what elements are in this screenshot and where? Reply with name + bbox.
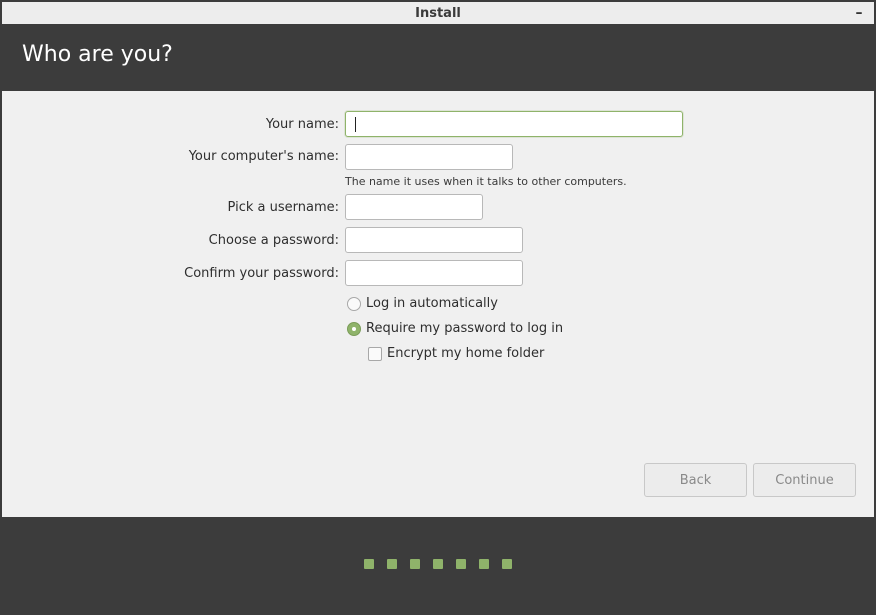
require-password-option[interactable]: Require my password to log in <box>347 321 563 336</box>
progress-step-dot <box>456 559 466 569</box>
username-field[interactable] <box>345 194 483 220</box>
form-panel: Your name: Your computer's name: The nam… <box>2 91 874 517</box>
your-name-field[interactable] <box>345 111 683 137</box>
progress-step-dot <box>433 559 443 569</box>
page-header: Who are you? <box>2 24 874 91</box>
continue-button[interactable]: Continue <box>753 463 856 497</box>
progress-step-dot <box>479 559 489 569</box>
progress-step-dot <box>410 559 420 569</box>
computer-name-hint: The name it uses when it talks to other … <box>345 175 627 188</box>
encrypt-home-label: Encrypt my home folder <box>387 346 545 361</box>
login-automatically-radio[interactable] <box>347 296 361 311</box>
password-field[interactable] <box>345 227 523 253</box>
minimize-button[interactable]: – <box>850 2 868 24</box>
window-title: Install <box>415 5 461 21</box>
back-button[interactable]: Back <box>644 463 747 497</box>
login-automatically-label: Log in automatically <box>366 296 498 311</box>
progress-indicator <box>364 559 512 569</box>
password-label: Choose a password: <box>208 233 339 248</box>
progress-footer <box>2 517 874 613</box>
text-caret <box>355 117 356 132</box>
page-title: Who are you? <box>22 42 173 67</box>
require-password-label: Require my password to log in <box>366 321 564 336</box>
encrypt-home-checkbox[interactable] <box>368 346 382 361</box>
installer-window: Install – Who are you? Your name: Your c… <box>0 0 876 615</box>
title-bar: Install – <box>2 2 874 24</box>
login-automatically-option[interactable]: Log in automatically <box>347 296 498 311</box>
progress-step-dot <box>387 559 397 569</box>
computer-name-label: Your computer's name: <box>188 149 339 164</box>
progress-step-dot <box>364 559 374 569</box>
encrypt-home-option[interactable]: Encrypt my home folder <box>368 346 544 361</box>
computer-name-field[interactable] <box>345 144 513 170</box>
your-name-label: Your name: <box>265 117 339 132</box>
confirm-password-label: Confirm your password: <box>184 266 339 281</box>
require-password-radio[interactable] <box>347 321 361 336</box>
confirm-password-field[interactable] <box>345 260 523 286</box>
username-label: Pick a username: <box>227 200 339 215</box>
progress-step-dot <box>502 559 512 569</box>
